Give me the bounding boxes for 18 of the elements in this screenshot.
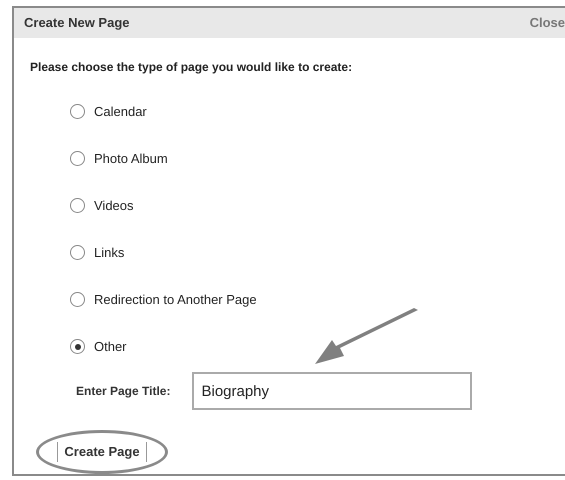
radio-option[interactable]: Photo Album [70, 149, 565, 168]
radio-option[interactable]: Videos [70, 196, 565, 215]
radio-option[interactable]: Redirection to Another Page [70, 290, 565, 309]
field-label: Enter Page Title: [76, 383, 170, 400]
page-title-field[interactable]: Biography [192, 372, 472, 410]
create-page-button[interactable]: Create Page [57, 442, 147, 462]
radio-option[interactable]: Links [70, 243, 565, 262]
radio-button[interactable] [70, 151, 85, 166]
radio-button[interactable] [70, 339, 85, 354]
radio-button[interactable] [70, 104, 85, 119]
prompt-text: Please choose the type of page you would like to create: [30, 59, 354, 76]
radio-option[interactable]: Calendar [70, 102, 565, 121]
radio-button[interactable] [70, 292, 85, 307]
radio-button[interactable] [70, 198, 85, 213]
radio-option[interactable]: Other [70, 337, 565, 356]
close-link[interactable]: Close [530, 13, 565, 33]
radio-button[interactable] [70, 245, 85, 260]
dialog-title: Create New Page [24, 14, 130, 32]
